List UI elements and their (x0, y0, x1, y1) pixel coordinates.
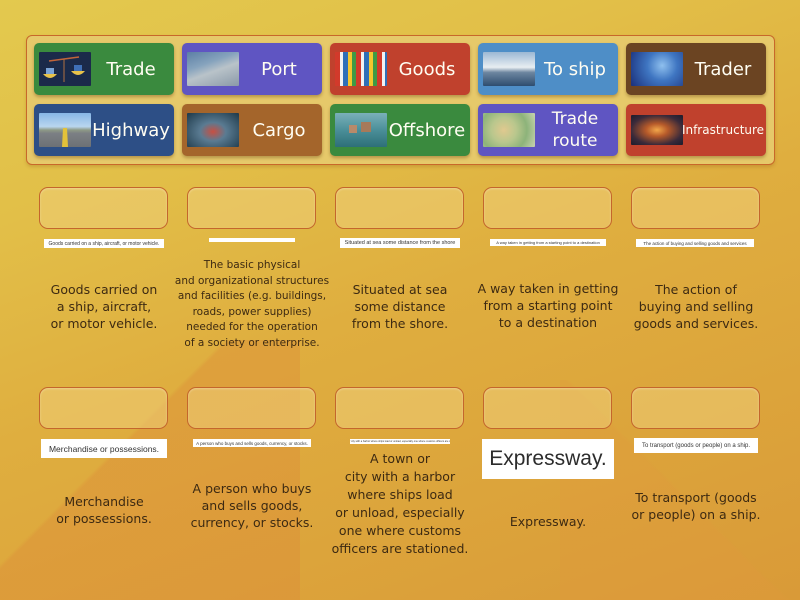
tile-label: Cargo (252, 119, 306, 141)
definition-text: A way taken in getting from a starting p… (477, 281, 619, 330)
balance-scale-image (39, 52, 91, 86)
drop-slot[interactable] (187, 387, 316, 429)
definition-image: A way taken in getting from a starting p… (490, 239, 606, 246)
definition-text: To transport (goods or people) on a ship… (631, 490, 761, 522)
cruise-ship-image (483, 52, 535, 86)
drop-slot[interactable] (187, 187, 316, 229)
tile-goods[interactable]: Goods (330, 43, 470, 95)
tile-label: Highway (92, 119, 170, 141)
tile-label: Goods (398, 58, 456, 80)
tile-label: Offshore (388, 119, 466, 141)
tile-trade-route[interactable]: Trade route (478, 104, 618, 156)
tile-label: Trade (106, 58, 156, 80)
definition-text: The action of buying and selling goods a… (633, 282, 759, 331)
tile-trade[interactable]: Trade (34, 43, 174, 95)
stock-trading-image (631, 52, 683, 86)
definition-image: Situated at sea some distance from the s… (340, 238, 460, 248)
port-aerial-image (187, 52, 239, 86)
tile-highway[interactable]: Highway (34, 104, 174, 156)
highway-road-image (39, 113, 91, 147)
household-goods-image (335, 52, 387, 86)
definition-image: A town or city with a harbor where ships… (350, 439, 450, 444)
definition-image: Merchandise or possessions. (41, 439, 167, 458)
tile-cargo[interactable]: Cargo (182, 104, 322, 156)
answer-tile-tray: Trade Port Goods To ship Trader Highway … (26, 35, 775, 165)
highway-interchange-image (631, 115, 683, 145)
tile-trader[interactable]: Trader (626, 43, 766, 95)
tile-label: Trader (694, 58, 752, 80)
definition-text: The basic physical and organizational st… (174, 259, 330, 349)
drop-slot[interactable] (335, 187, 464, 229)
drop-slot[interactable] (335, 387, 464, 429)
tile-infrastructure[interactable]: Infrastructure (626, 104, 766, 156)
drop-slot[interactable] (631, 187, 760, 229)
definition-text: A person who buys and sells goods, curre… (190, 481, 314, 530)
tile-label: To ship (544, 58, 606, 80)
drop-slot[interactable] (631, 387, 760, 429)
drop-slot[interactable] (39, 187, 168, 229)
definition-text: A town or city with a harbor where ships… (331, 451, 469, 556)
definition-text: Expressway. (509, 514, 587, 529)
tile-label: Infrastructure (681, 122, 765, 137)
definition-image: A person who buys and sells goods, curre… (193, 439, 311, 447)
definition-text: Merchandise or possessions. (56, 494, 152, 526)
trade-route-map-image (483, 113, 535, 147)
definition-image: Goods carried on a ship, aircraft, or mo… (44, 239, 164, 248)
drop-slot[interactable] (483, 387, 612, 429)
definition-image: To transport (goods or people) on a ship… (634, 438, 758, 453)
definition-text: Situated at sea some distance from the s… (351, 282, 449, 331)
tile-label: Port (261, 58, 297, 80)
drop-slot[interactable] (483, 187, 612, 229)
background-shade (0, 340, 300, 600)
definition-image: Expressway. (482, 439, 614, 479)
tile-offshore[interactable]: Offshore (330, 104, 470, 156)
tile-to-ship[interactable]: To ship (478, 43, 618, 95)
definition-image (209, 238, 295, 242)
tile-label: Trade route (551, 109, 599, 151)
offshore-platform-image (335, 113, 387, 147)
container-ship-image (187, 113, 239, 147)
definition-image: The action of buying and selling goods a… (636, 239, 754, 247)
definition-text: Goods carried on a ship, aircraft, or mo… (50, 282, 158, 331)
tile-port[interactable]: Port (182, 43, 322, 95)
drop-slot[interactable] (39, 387, 168, 429)
